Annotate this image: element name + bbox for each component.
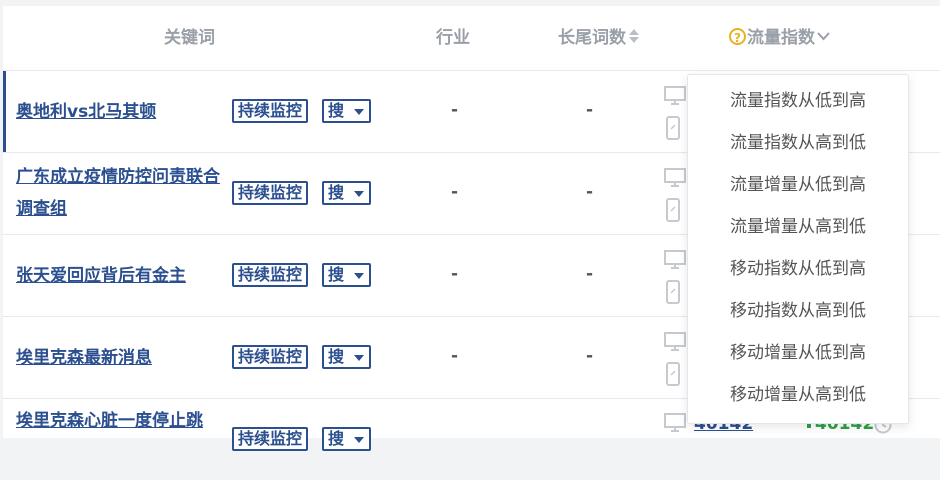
sort-option[interactable]: 流量增量从高到低 [688, 215, 908, 239]
search-label: 搜 [328, 347, 345, 366]
caret-down-icon [354, 191, 364, 197]
search-dropdown-button[interactable]: 搜 [322, 181, 371, 205]
header-traffic-sort[interactable]: ? 流量指数 [729, 26, 830, 50]
table-header: 关键词 行业 长尾词数 ? 流量指数 [3, 6, 940, 71]
industry-value: - [451, 346, 459, 366]
longtail-value: - [586, 100, 594, 120]
traffic-sort-menu: 流量指数从低到高 流量指数从高到低 流量增量从低到高 流量增量从高到低 移动指数… [687, 74, 909, 424]
monitor-button[interactable]: 持续监控 [232, 345, 309, 369]
desktop-icon [664, 86, 686, 105]
keyword-link[interactable]: 埃里克森心脏一度停止跳 [16, 405, 221, 437]
mobile-icon [666, 116, 680, 140]
caret-down-icon [354, 109, 364, 115]
keyword-table-panel: 关键词 行业 长尾词数 ? 流量指数 奥地利vs北马其顿 持续监控 搜 - - 广… [3, 6, 940, 451]
desktop-icon [664, 332, 686, 351]
header-keyword: 关键词 [164, 28, 215, 48]
search-dropdown-button[interactable]: 搜 [322, 345, 371, 369]
sort-option[interactable]: 移动增量从高到低 [688, 383, 908, 407]
monitor-button[interactable]: 持续监控 [232, 263, 309, 287]
desktop-icon [664, 168, 686, 187]
help-circle-icon[interactable]: ? [729, 27, 746, 45]
chevron-down-icon [817, 31, 830, 40]
desktop-icon [664, 413, 686, 432]
keyword-link[interactable]: 奥地利vs北马其顿 [16, 96, 221, 128]
keyword-link[interactable]: 埃里克森最新消息 [16, 342, 221, 374]
search-dropdown-button[interactable]: 搜 [322, 99, 371, 123]
sort-option[interactable]: 移动指数从高到低 [688, 299, 908, 323]
mobile-icon [666, 198, 680, 222]
industry-value: - [451, 264, 459, 284]
keyword-link[interactable]: 张天爱回应背后有金主 [16, 260, 221, 292]
search-label: 搜 [328, 429, 345, 448]
search-label: 搜 [328, 101, 345, 120]
header-longtail-label: 长尾词数 [558, 28, 626, 48]
header-longtail-sort[interactable]: 长尾词数 [558, 26, 640, 50]
sort-arrows-icon [629, 29, 639, 43]
longtail-value: - [586, 346, 594, 366]
sort-option[interactable]: 流量指数从低到高 [688, 89, 908, 113]
search-label: 搜 [328, 265, 345, 284]
sort-option[interactable]: 移动增量从低到高 [688, 341, 908, 365]
industry-value: - [451, 100, 459, 120]
header-industry: 行业 [436, 28, 470, 48]
keyword-link[interactable]: 广东成立疫情防控问责联合调查组 [16, 161, 221, 225]
sort-option[interactable]: 流量指数从高到低 [688, 131, 908, 155]
mobile-icon [666, 362, 680, 386]
search-dropdown-button[interactable]: 搜 [322, 263, 371, 287]
search-label: 搜 [328, 183, 345, 202]
header-traffic-label: 流量指数 [747, 28, 815, 48]
sort-option[interactable]: 流量增量从低到高 [688, 173, 908, 197]
monitor-button[interactable]: 持续监控 [232, 427, 309, 451]
longtail-value: - [586, 182, 594, 202]
industry-value: - [451, 182, 459, 202]
longtail-value: - [586, 264, 594, 284]
monitor-button[interactable]: 持续监控 [232, 181, 309, 205]
caret-down-icon [354, 355, 364, 361]
caret-down-icon [354, 273, 364, 279]
mobile-icon [666, 280, 680, 304]
sort-option[interactable]: 移动指数从低到高 [688, 257, 908, 281]
monitor-button[interactable]: 持续监控 [232, 99, 309, 123]
desktop-icon [664, 250, 686, 269]
search-dropdown-button[interactable]: 搜 [322, 427, 371, 451]
